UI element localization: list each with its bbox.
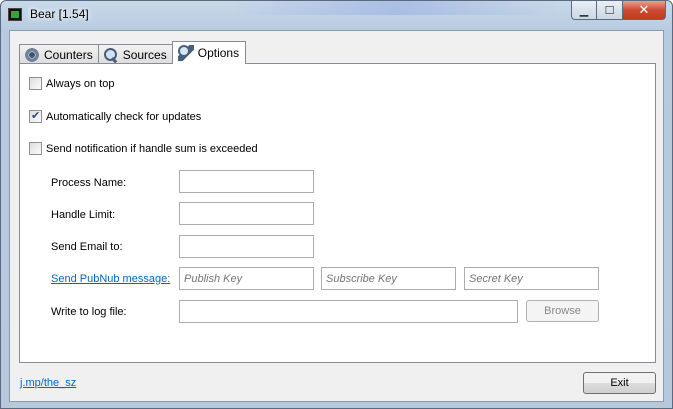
checkbox-box[interactable] xyxy=(29,77,42,90)
tab-options[interactable]: Options xyxy=(171,41,247,64)
browse-button[interactable]: Browse xyxy=(526,300,599,322)
magnifier-icon xyxy=(103,47,119,63)
tab-label: Counters xyxy=(44,47,93,62)
send-notification-checkbox[interactable]: Send notification if handle sum is excee… xyxy=(29,142,258,155)
tab-label: Options xyxy=(197,46,240,60)
maximize-button[interactable]: ☐ xyxy=(597,1,623,20)
secret-key-input[interactable] xyxy=(464,267,599,290)
checkbox-label: Always on top xyxy=(46,77,115,90)
app-icon xyxy=(8,8,22,21)
minimize-button[interactable]: ▁ xyxy=(571,1,597,20)
close-button[interactable]: ✕ xyxy=(623,1,666,20)
options-panel: Always on top Automatically check for up… xyxy=(19,63,656,363)
wrench-icon xyxy=(177,45,194,61)
subscribe-key-input[interactable] xyxy=(321,267,456,290)
handle-limit-input[interactable] xyxy=(179,202,314,225)
gear-icon xyxy=(24,46,40,63)
checkbox-label: Send notification if handle sum is excee… xyxy=(46,142,258,155)
website-link[interactable]: j.mp/the_sz xyxy=(20,377,76,389)
tab-sources[interactable]: Sources xyxy=(97,44,173,64)
checkbox-box[interactable] xyxy=(29,109,42,123)
handle-limit-label: Handle Limit: xyxy=(51,209,116,221)
window-controls: ▁ ☐ ✕ xyxy=(571,1,666,20)
always-on-top-checkbox[interactable]: Always on top xyxy=(29,77,114,90)
log-file-input[interactable] xyxy=(179,300,518,323)
publish-key-input[interactable] xyxy=(179,267,314,290)
window-title: Bear [1.54] xyxy=(30,7,89,21)
auto-update-checkbox[interactable]: Automatically check for updates xyxy=(29,109,202,123)
log-file-label: Write to log file: xyxy=(51,306,127,318)
tab-strip: Counters Sources Options xyxy=(19,40,247,64)
checkbox-label: Automatically check for updates xyxy=(46,110,202,123)
tab-counters[interactable]: Counters xyxy=(19,44,99,64)
exit-button[interactable]: Exit xyxy=(583,372,656,394)
process-name-input[interactable] xyxy=(179,170,314,193)
app-window: Bear [1.54] ▁ ☐ ✕ Counters Sources Optio… xyxy=(0,0,673,409)
process-name-label: Process Name: xyxy=(51,177,127,189)
background-blur xyxy=(231,1,561,15)
send-email-label: Send Email to: xyxy=(51,241,123,253)
client-area: Counters Sources Options Always on top A… xyxy=(9,30,664,402)
tab-label: Sources xyxy=(122,47,167,62)
send-email-input[interactable] xyxy=(179,235,314,258)
title-bar[interactable]: Bear [1.54] ▁ ☐ ✕ xyxy=(1,1,672,29)
checkbox-box[interactable] xyxy=(29,142,42,155)
send-pubnub-link[interactable]: Send PubNub message: xyxy=(51,273,170,285)
